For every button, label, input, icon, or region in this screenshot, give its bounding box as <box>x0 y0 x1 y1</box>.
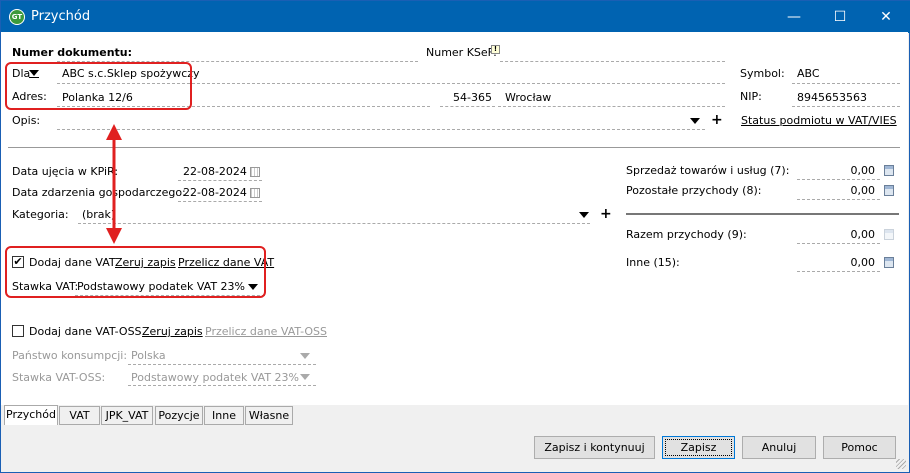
miasto-input[interactable] <box>498 106 725 107</box>
panstwo-value: Polska <box>131 349 166 362</box>
panstwo-dropdown-icon <box>300 353 310 359</box>
opis-dropdown-icon[interactable] <box>690 118 700 124</box>
stawka-vat-oss-dropdown-icon <box>300 374 310 380</box>
numer-ksef-input[interactable] <box>500 61 725 62</box>
razem-field <box>797 243 880 244</box>
double-arrow-annotation <box>106 124 122 244</box>
inne-input[interactable] <box>797 271 880 272</box>
highlight-box-vat <box>5 246 266 298</box>
razem-value: 0,00 <box>850 228 876 241</box>
calendar-icon[interactable] <box>250 188 260 198</box>
status-vat-vies-link[interactable]: Status podmiotu w VAT/VIES <box>741 114 897 127</box>
dodaj-vat-oss-label: Dodaj dane VAT-OSS <box>29 325 142 338</box>
sprzedaz-value[interactable]: 0,00 <box>797 164 876 177</box>
zeruj-zapis-oss-link[interactable]: Zeruj zapis <box>142 325 203 338</box>
pozostale-label: Pozostałe przychody (8): <box>626 184 762 197</box>
save-button[interactable]: Zapisz <box>662 436 735 459</box>
app-logo-icon: GT <box>9 9 25 25</box>
tab-wlasne[interactable]: Własne <box>245 406 293 425</box>
symbol-input[interactable] <box>792 83 900 84</box>
kategoria-add-icon[interactable]: + <box>600 206 612 222</box>
kategoria-label: Kategoria: <box>12 208 69 221</box>
pozostale-input[interactable] <box>797 199 880 200</box>
symbol-value[interactable]: ABC <box>797 67 820 80</box>
miasto-value[interactable]: Wrocław <box>505 91 551 104</box>
sprzedaz-label: Sprzedaż towarów i usług (7): <box>626 164 790 177</box>
ksef-info-icon[interactable]: ! <box>491 45 500 54</box>
stawka-vat-oss-label: Stawka VAT-OSS: <box>12 371 106 384</box>
maximize-button[interactable]: ☐ <box>817 1 863 33</box>
symbol-label: Symbol: <box>740 67 785 80</box>
cancel-button[interactable]: Anuluj <box>742 436 816 459</box>
data-ujecia-value[interactable]: 22-08-2024 <box>183 165 247 178</box>
stawka-vat-oss-select <box>128 385 316 386</box>
close-button[interactable]: ✕ <box>863 1 909 33</box>
calculator-icon[interactable] <box>884 165 894 176</box>
opis-input[interactable] <box>57 129 705 130</box>
separator <box>8 147 900 148</box>
window-title: Przychód <box>31 9 91 24</box>
pozostale-value[interactable]: 0,00 <box>797 184 876 197</box>
dodaj-vat-oss-checkbox[interactable] <box>12 325 24 337</box>
kod-pocztowy-input[interactable] <box>440 106 495 107</box>
data-ujecia-input[interactable] <box>178 180 262 181</box>
data-zdarzenia-label: Data zdarzenia gospodarczego: <box>12 186 186 199</box>
tab-inne[interactable]: Inne <box>204 406 244 425</box>
calculator-icon[interactable] <box>884 185 894 196</box>
save-continue-button[interactable]: Zapisz i kontynuuj <box>534 436 655 459</box>
tab-pozycje[interactable]: Pozycje <box>155 406 203 425</box>
tab-przychod[interactable]: Przychód <box>4 405 58 425</box>
highlight-box-contractor <box>5 62 192 110</box>
title-bar: GT Przychód — ☐ ✕ <box>1 1 910 33</box>
tab-jpk-vat[interactable]: JPK_VAT <box>101 406 153 425</box>
nip-label: NIP: <box>740 90 762 103</box>
inne-label: Inne (15): <box>626 256 680 269</box>
sprzedaz-input[interactable] <box>797 179 880 180</box>
resize-grip[interactable] <box>896 459 906 469</box>
panstwo-select <box>128 364 316 365</box>
przelicz-vat-oss-link: Przelicz dane VAT-OSS <box>205 325 327 338</box>
data-zdarzenia-value[interactable]: 22-08-2024 <box>183 186 247 199</box>
kod-pocztowy-value[interactable]: 54-365 <box>453 91 492 104</box>
minimize-button[interactable]: — <box>771 1 817 33</box>
kategoria-dropdown-icon[interactable] <box>579 212 589 218</box>
opis-add-icon[interactable]: + <box>711 112 723 128</box>
numer-dokumentu-label: Numer dokumentu: <box>12 46 133 59</box>
inne-value[interactable]: 0,00 <box>797 256 876 269</box>
nip-value[interactable]: 8945653563 <box>797 91 867 104</box>
razem-label: Razem przychody (9): <box>626 228 747 241</box>
numer-ksef-label: Numer KSeF: <box>426 46 497 59</box>
panstwo-label: Państwo konsumpcji: <box>12 349 128 362</box>
calendar-icon[interactable] <box>250 167 260 177</box>
nip-input[interactable] <box>792 106 900 107</box>
tab-vat[interactable]: VAT <box>59 406 100 425</box>
calculator-icon <box>884 229 894 240</box>
help-button[interactable]: Pomoc <box>823 436 896 459</box>
sum-separator <box>626 213 899 215</box>
data-zdarzenia-input[interactable] <box>178 201 262 202</box>
stawka-vat-oss-value: Podstawowy podatek VAT 23% <box>131 371 300 384</box>
calculator-icon[interactable] <box>884 257 894 268</box>
kategoria-select[interactable] <box>78 223 590 224</box>
opis-label: Opis: <box>12 114 41 127</box>
